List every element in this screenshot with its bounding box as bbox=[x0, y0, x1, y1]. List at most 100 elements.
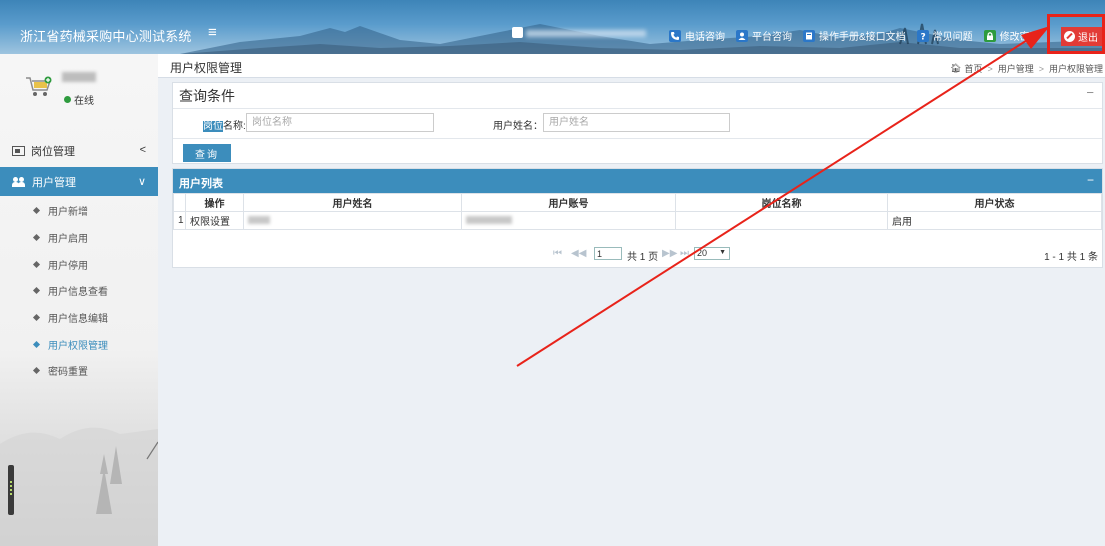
prev-page-button[interactable]: ◀◀ bbox=[571, 248, 586, 259]
top-nav: 电话咨询 平台咨询 操作手册&接口文档 ? 常见问题 修改密码 bbox=[669, 28, 1051, 43]
user-table: 操作 用户姓名 用户账号 岗位名称 用户状态 1 权限设置 启用 bbox=[173, 193, 1102, 230]
phone-icon bbox=[669, 29, 681, 42]
home-icon: 🏠︎ bbox=[949, 63, 962, 73]
ban-icon bbox=[1064, 31, 1075, 42]
page-number-input[interactable] bbox=[594, 247, 622, 260]
column-header-status: 用户状态 bbox=[887, 193, 1102, 212]
sidebar-item-password-reset[interactable]: 密码重置 bbox=[0, 357, 158, 383]
app-title: 浙江省药械采购中心测试系统 bbox=[20, 29, 192, 44]
current-user-info[interactable] bbox=[512, 27, 662, 38]
query-button[interactable]: 查询 bbox=[183, 144, 231, 162]
diamond-bullet-icon bbox=[32, 233, 41, 241]
sidebar: 在线 岗位管理 < 用户管理 ∨ 用户新增 用户启用 用户停用 用户信息查看 用… bbox=[0, 54, 158, 546]
query-collapse-button[interactable]: − bbox=[1086, 85, 1094, 100]
logout-button[interactable]: 退出 bbox=[1061, 27, 1102, 46]
page-count-text: 共 1 页 bbox=[627, 252, 659, 263]
column-header-action: 操作 bbox=[185, 193, 244, 212]
page-header: 用户权限管理 🏠︎ 首页 > 用户管理 > 用户权限管理 bbox=[158, 54, 1105, 78]
nav-phone-consult-label: 电话咨询 bbox=[685, 32, 725, 43]
online-status-label: 在线 bbox=[74, 96, 94, 107]
menu-toggle-button[interactable]: ≡ bbox=[208, 24, 217, 41]
chevron-down-icon: ▼ bbox=[719, 249, 726, 256]
logout-label: 退出 bbox=[1078, 33, 1098, 44]
table-row[interactable]: 1 权限设置 启用 bbox=[173, 211, 1102, 230]
sidebar-resize-handle[interactable] bbox=[8, 465, 14, 515]
breadcrumb-separator-icon: > bbox=[1038, 63, 1044, 74]
user-name-input[interactable] bbox=[543, 113, 730, 132]
column-header-index bbox=[173, 193, 186, 212]
user-name-redacted bbox=[62, 72, 96, 82]
nav-manual-docs-label: 操作手册&接口文档 bbox=[819, 32, 906, 43]
diamond-bullet-icon bbox=[32, 366, 41, 374]
diamond-bullet-icon bbox=[32, 286, 41, 294]
user-icon bbox=[512, 27, 523, 38]
page-size-value: 20 bbox=[697, 248, 708, 258]
sidebar-item-user-view[interactable]: 用户信息查看 bbox=[0, 277, 158, 303]
sidebar-group-positions[interactable]: 岗位管理 < bbox=[0, 136, 158, 165]
nav-faq[interactable]: ? 常见问题 bbox=[916, 28, 973, 43]
diamond-bullet-icon bbox=[32, 206, 41, 214]
diamond-bullet-icon bbox=[32, 260, 41, 268]
divider bbox=[173, 138, 1102, 139]
sidebar-item-label: 用户信息查看 bbox=[48, 286, 108, 298]
question-icon: ? bbox=[916, 29, 929, 42]
redacted-value bbox=[466, 216, 512, 225]
position-name-cell bbox=[675, 211, 888, 230]
sidebar-item-user-permissions[interactable]: 用户权限管理 bbox=[0, 331, 158, 357]
user-name-cell bbox=[243, 211, 462, 230]
row-index: 1 bbox=[173, 211, 186, 230]
column-header-user-name: 用户姓名 bbox=[243, 193, 462, 212]
breadcrumb-parent[interactable]: 用户管理 bbox=[998, 62, 1034, 75]
user-list-header: 用户列表 − bbox=[173, 169, 1102, 193]
nav-faq-label: 常见问题 bbox=[932, 32, 973, 43]
sidebar-item-label: 用户信息编辑 bbox=[48, 313, 108, 325]
divider bbox=[173, 108, 1102, 109]
landscape-background-graphic bbox=[0, 427, 158, 546]
nav-manual-docs[interactable]: 操作手册&接口文档 bbox=[803, 28, 906, 43]
last-page-button[interactable]: ⏭ bbox=[680, 248, 689, 259]
nav-phone-consult[interactable]: 电话咨询 bbox=[669, 28, 725, 43]
sidebar-item-user-edit[interactable]: 用户信息编辑 bbox=[0, 304, 158, 330]
sidebar-item-label: 用户停用 bbox=[48, 260, 88, 272]
lock-icon bbox=[983, 29, 996, 42]
page-title: 用户权限管理 bbox=[170, 61, 243, 75]
first-page-button[interactable]: ⏮ bbox=[553, 248, 562, 259]
table-header-row: 操作 用户姓名 用户账号 岗位名称 用户状态 bbox=[173, 193, 1102, 212]
svg-text:?: ? bbox=[920, 32, 925, 41]
nav-change-password[interactable]: 修改密码 bbox=[983, 28, 1040, 43]
user-list-title: 用户列表 bbox=[179, 178, 223, 190]
main-content: 用户权限管理 🏠︎ 首页 > 用户管理 > 用户权限管理 查询条件 − 岗位名称… bbox=[158, 54, 1105, 546]
id-card-icon bbox=[12, 145, 25, 156]
online-dot-icon bbox=[64, 96, 71, 103]
sidebar-item-label: 用户新增 bbox=[48, 206, 88, 218]
redacted-value bbox=[248, 216, 270, 225]
record-count-info: 1 - 1 共 1 条 bbox=[1044, 252, 1098, 263]
breadcrumb: 🏠︎ 首页 > 用户管理 > 用户权限管理 bbox=[950, 62, 1103, 75]
position-name-label: 岗位名称: bbox=[203, 117, 246, 132]
users-icon bbox=[12, 176, 26, 187]
sidebar-item-user-disable[interactable]: 用户停用 bbox=[0, 251, 158, 277]
query-panel-title: 查询条件 bbox=[179, 88, 235, 104]
sidebar-group-users[interactable]: 用户管理 ∨ bbox=[0, 167, 158, 196]
top-header: 浙江省药械采购中心测试系统 ≡ 电话咨询 平台咨询 操作手册&接口文档 ? 常见… bbox=[0, 0, 1105, 54]
position-name-input[interactable] bbox=[246, 113, 434, 132]
cart-avatar-icon bbox=[26, 76, 52, 96]
next-page-button[interactable]: ▶▶ bbox=[662, 248, 677, 259]
user-list-collapse-button[interactable]: − bbox=[1087, 173, 1094, 187]
user-name-label: 用户姓名： bbox=[493, 121, 543, 132]
nav-platform-consult[interactable]: 平台咨询 bbox=[736, 28, 792, 43]
user-chat-icon bbox=[736, 29, 748, 42]
breadcrumb-home[interactable]: 首页 bbox=[964, 62, 982, 75]
user-profile-panel: 在线 bbox=[0, 54, 158, 126]
sidebar-item-label: 密码重置 bbox=[48, 366, 88, 378]
sidebar-item-user-enable[interactable]: 用户启用 bbox=[0, 224, 158, 250]
column-header-position-name: 岗位名称 bbox=[675, 193, 888, 212]
page-size-select[interactable]: 20 ▼ bbox=[694, 247, 730, 260]
sidebar-group-positions-label: 岗位管理 bbox=[31, 145, 75, 158]
sidebar-item-label: 用户权限管理 bbox=[48, 340, 108, 352]
chevron-left-icon: < bbox=[139, 144, 146, 156]
position-name-label-highlight: 岗位 bbox=[203, 121, 223, 132]
sidebar-item-user-add[interactable]: 用户新增 bbox=[0, 197, 158, 223]
column-header-account: 用户账号 bbox=[461, 193, 676, 212]
permission-settings-link[interactable]: 权限设置 bbox=[185, 211, 244, 230]
